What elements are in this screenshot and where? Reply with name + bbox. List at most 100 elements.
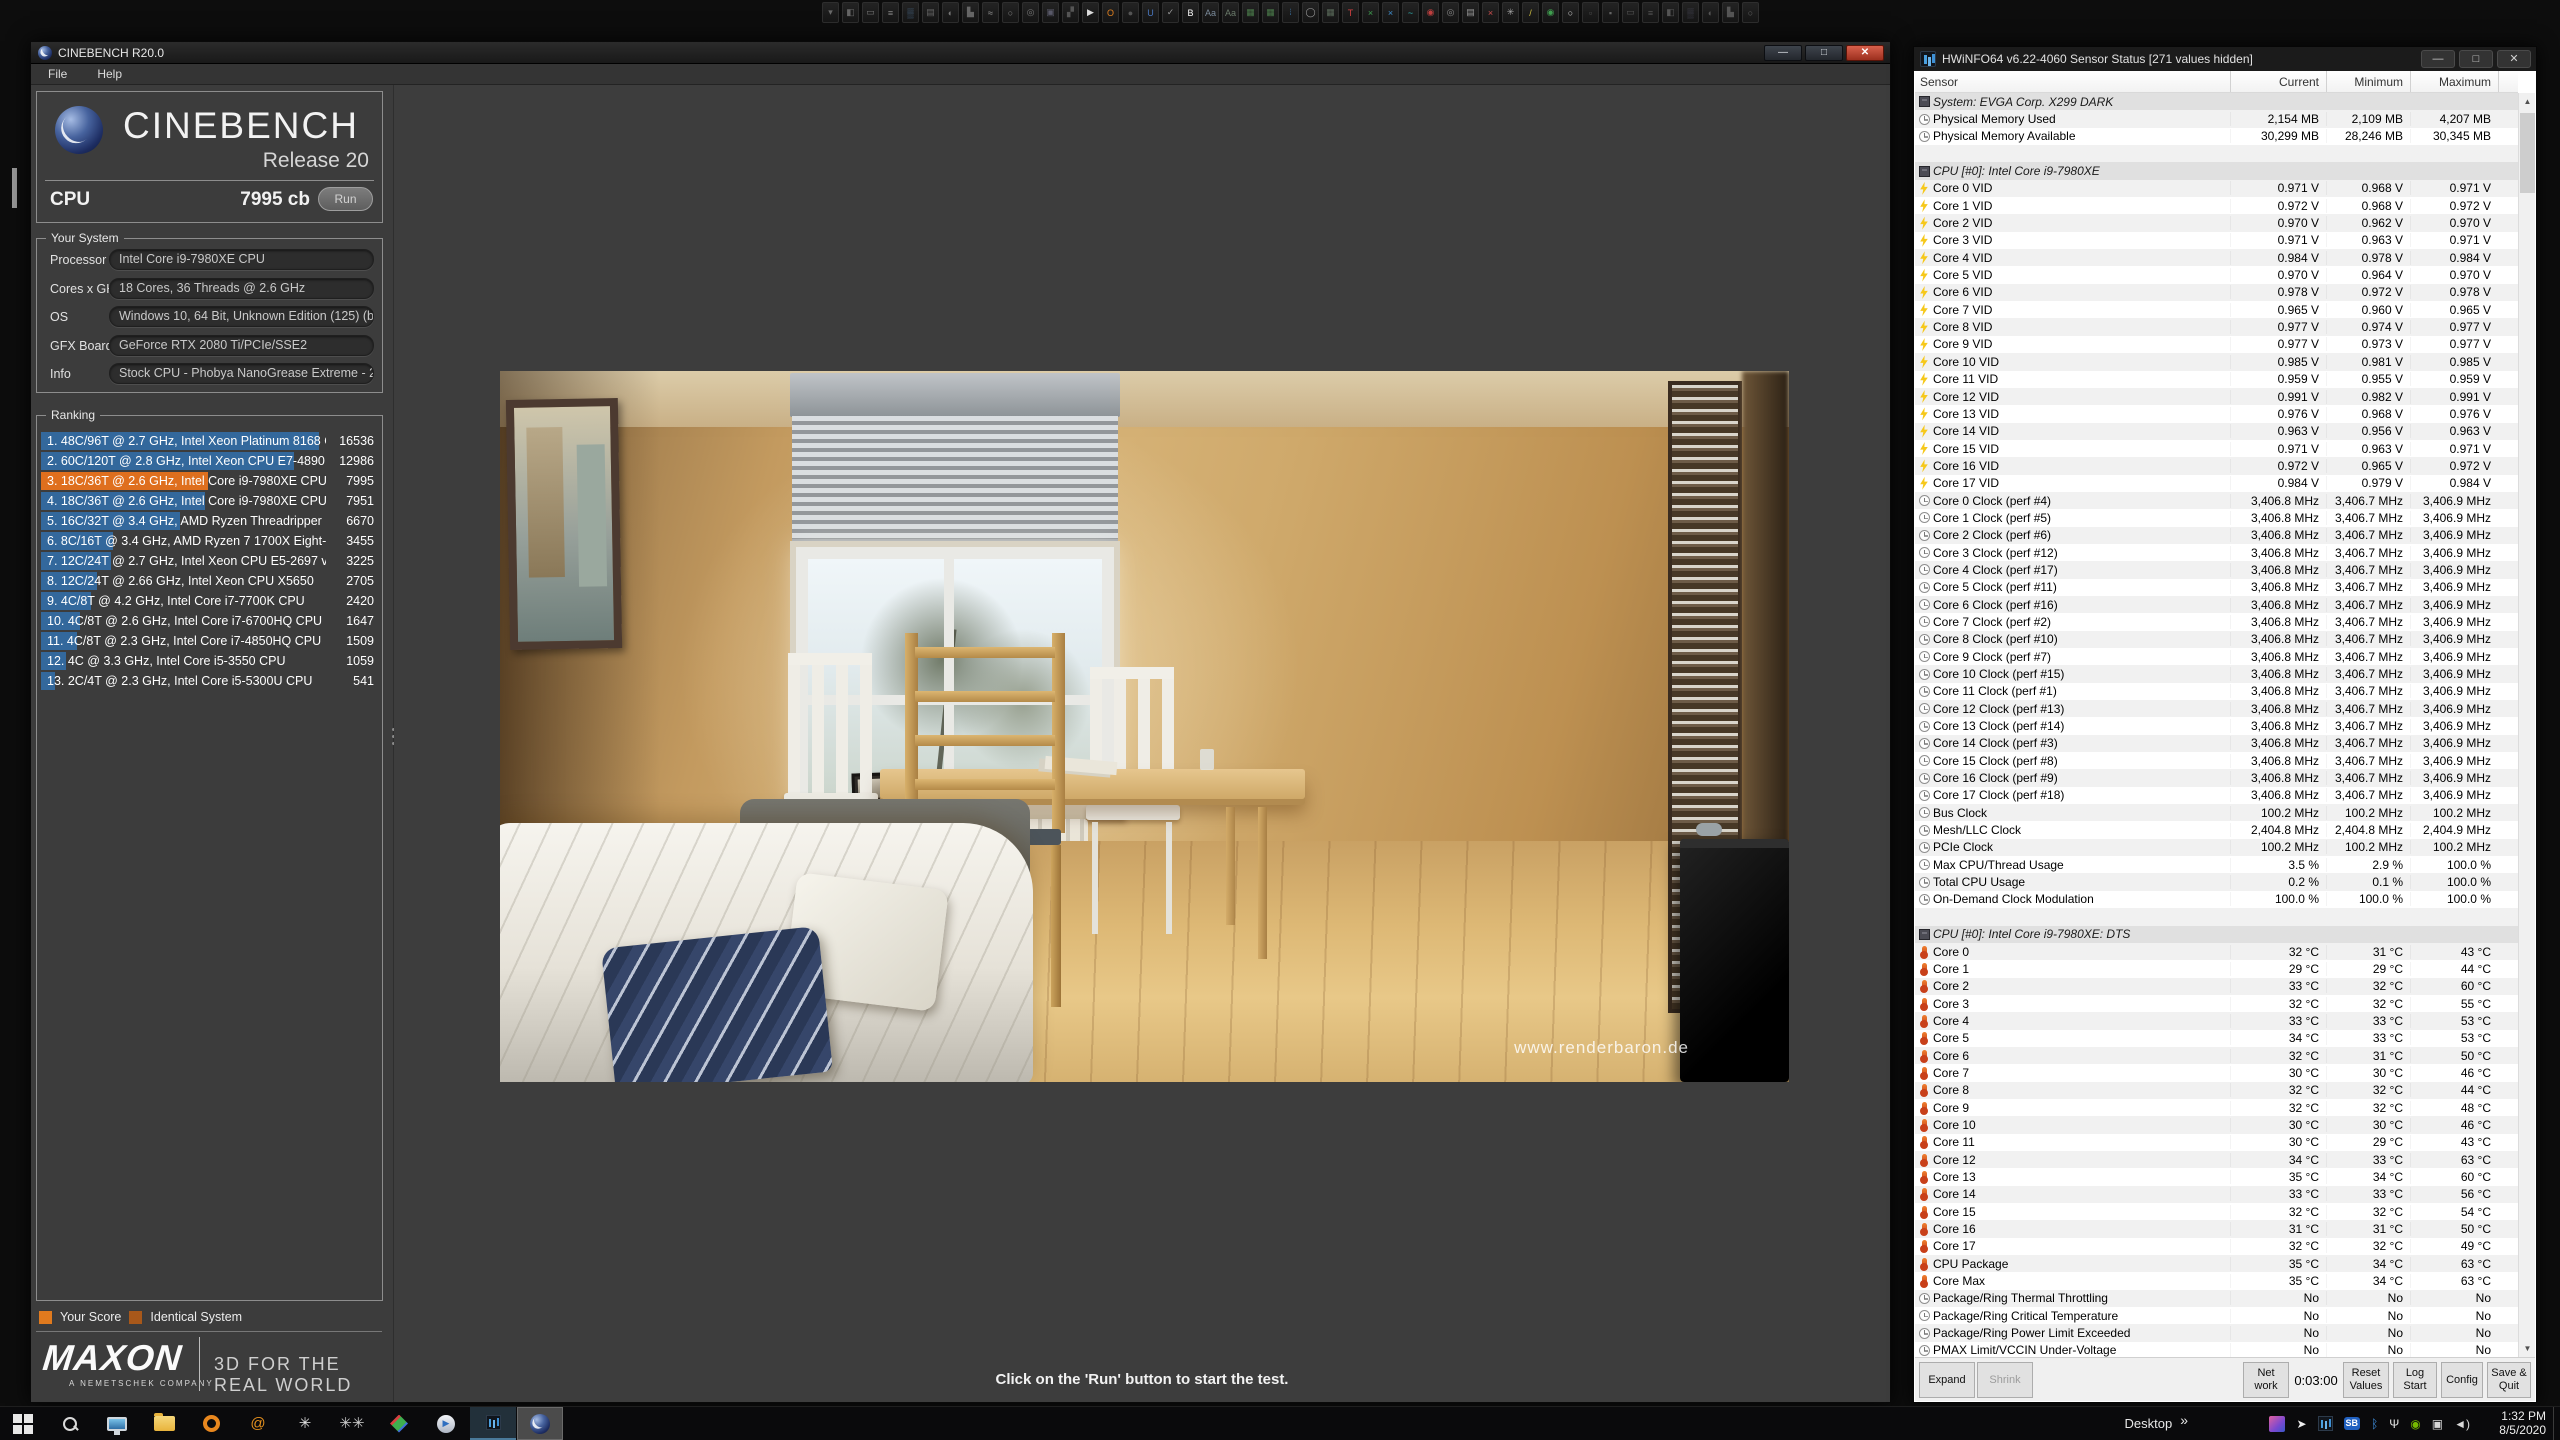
column-current[interactable]: Current [2230,71,2326,92]
taskbar-clock[interactable]: 1:32 PM 8/5/2020 [2474,1409,2546,1437]
log-start-button[interactable]: Log Start [2393,1362,2437,1398]
minimize-button[interactable]: — [1764,45,1802,61]
quicklaunch-icon[interactable]: ○ [1562,2,1579,23]
quicklaunch-icon[interactable]: ◎ [1442,2,1459,23]
quicklaunch-icon[interactable]: Aa [1202,2,1219,23]
vertical-scrollbar[interactable]: ▲ ▼ [2518,93,2535,1357]
quicklaunch-icon[interactable]: ◧ [842,2,859,23]
quicklaunch-icon[interactable]: × [1382,2,1399,23]
menu-file[interactable]: File [48,67,67,81]
quicklaunch-icon[interactable]: ○ [1742,2,1759,23]
app-thumbnail-icon[interactable] [2269,1416,2285,1432]
close-button[interactable]: ✕ [2497,50,2531,68]
nvidia-icon[interactable]: ◉ [2410,1418,2420,1430]
hwinfo-tray-icon[interactable] [2318,1416,2333,1431]
desktop-toolbar-label[interactable]: Desktop [2125,1416,2173,1431]
quicklaunch-icon[interactable]: ▭ [862,2,879,23]
quicklaunch-icon[interactable]: ≡ [1642,2,1659,23]
sensor-table-header[interactable]: Sensor Current Minimum Maximum [1915,71,2518,93]
volume-icon[interactable]: ◄) [2454,1418,2470,1430]
quicklaunch-icon[interactable]: ◐ [942,2,959,23]
quicklaunch-icon[interactable]: ▤ [922,2,939,23]
sensor-maximum: 0.976 V [2410,407,2498,421]
network-button[interactable]: Net work [2243,1362,2289,1398]
quicklaunch-icon[interactable]: ◐ [1702,2,1719,23]
hwinfo-titlebar[interactable]: HWiNFO64 v6.22-4060 Sensor Status [271 v… [1914,47,2536,71]
taskbar-item-search[interactable] [47,1407,93,1440]
quicklaunch-icon[interactable]: U [1142,2,1159,23]
quicklaunch-icon[interactable]: ▒ [902,2,919,23]
quicklaunch-icon[interactable]: × [1482,2,1499,23]
taskbar-item-afterburner[interactable] [376,1407,422,1440]
quicklaunch-icon[interactable]: ▪ [1602,2,1619,23]
quicklaunch-icon[interactable]: ◧ [1662,2,1679,23]
expand-button[interactable]: Expand [1919,1362,1975,1398]
quicklaunch-icon[interactable]: ◉ [1422,2,1439,23]
quicklaunch-icon[interactable]: ✳ [1502,2,1519,23]
taskbar-item-cinebench[interactable] [517,1407,563,1440]
quicklaunch-icon[interactable]: T [1342,2,1359,23]
quicklaunch-icon[interactable]: × [1362,2,1379,23]
toolbar-chevron-icon[interactable]: » [2180,1412,2188,1428]
quicklaunch-icon[interactable]: ● [1122,2,1139,23]
menu-help[interactable]: Help [97,67,122,81]
quicklaunch-icon[interactable]: ○ [1002,2,1019,23]
quicklaunch-icon[interactable]: ▙ [1722,2,1739,23]
quicklaunch-icon[interactable]: ▫ [1582,2,1599,23]
close-button[interactable]: ✕ [1846,45,1884,61]
quicklaunch-icon[interactable]: / [1522,2,1539,23]
quicklaunch-icon[interactable]: ≡ [882,2,899,23]
scrollbar-thumb[interactable] [2520,113,2535,193]
maximize-button[interactable]: □ [1805,45,1843,61]
quicklaunch-icon[interactable]: ▒ [1682,2,1699,23]
scroll-down-icon[interactable]: ▼ [2519,1340,2536,1357]
quicklaunch-icon[interactable]: ◯ [1302,2,1319,23]
quicklaunch-icon[interactable]: ▣ [1042,2,1059,23]
quicklaunch-icon[interactable]: Aa [1222,2,1239,23]
maximize-button[interactable]: □ [2459,50,2493,68]
taskbar-item-mail[interactable]: @ [235,1407,281,1440]
quicklaunch-icon[interactable]: ▾ [822,2,839,23]
quicklaunch-icon[interactable]: ▦ [1262,2,1279,23]
quicklaunch-icon[interactable]: ~ [1402,2,1419,23]
column-sensor[interactable]: Sensor [1915,75,2230,89]
save-quit-button[interactable]: Save & Quit [2487,1362,2531,1398]
taskbar-item-services[interactable]: ✳✳ [329,1407,375,1440]
taskbar-item-start[interactable] [0,1407,46,1440]
config-button[interactable]: Config [2441,1362,2483,1398]
quicklaunch-icon[interactable]: ▙ [962,2,979,23]
usb-icon[interactable]: Ψ [2389,1418,2399,1430]
quicklaunch-icon[interactable]: ◎ [1022,2,1039,23]
speedbump-icon[interactable]: SB [2344,1417,2361,1430]
taskbar-item-this-pc[interactable] [94,1407,140,1440]
column-minimum[interactable]: Minimum [2326,71,2410,92]
quicklaunch-icon[interactable]: B [1182,2,1199,23]
quicklaunch-icon[interactable]: ▶ [1082,2,1099,23]
reset-values-button[interactable]: Reset Values [2343,1362,2389,1398]
column-maximum[interactable]: Maximum [2410,71,2498,92]
scroll-up-icon[interactable]: ▲ [2519,93,2536,110]
taskbar-item-media-player[interactable]: ▶ [423,1407,469,1440]
cinebench-titlebar[interactable]: CINEBENCH R20.0 — □ ✕ [31,42,1890,64]
taskbar-item-file-explorer[interactable] [141,1407,187,1440]
quicklaunch-icon[interactable]: ≈ [982,2,999,23]
quicklaunch-icon[interactable]: ▭ [1622,2,1639,23]
taskbar-item-settings[interactable]: ✳ [282,1407,328,1440]
quicklaunch-icon[interactable]: ▤ [1462,2,1479,23]
cursor-app-icon[interactable]: ➤ [2296,1418,2306,1430]
quicklaunch-icon[interactable]: ◉ [1542,2,1559,23]
quicklaunch-icon[interactable]: ✓ [1162,2,1179,23]
quicklaunch-icon[interactable]: O [1102,2,1119,23]
desktop-toolbar[interactable]: Desktop » [2125,1407,2189,1440]
bluetooth-icon[interactable]: ᛒ [2371,1418,2378,1430]
taskbar-item-hwinfo[interactable] [470,1407,516,1440]
quicklaunch-icon[interactable]: ▦ [1242,2,1259,23]
network-display-icon[interactable]: ▣ [2432,1418,2443,1430]
quicklaunch-icon[interactable]: ⦙ [1282,2,1299,23]
quicklaunch-icon[interactable]: ▞ [1062,2,1079,23]
minimize-button[interactable]: — [2421,50,2455,68]
quicklaunch-icon[interactable]: ▦ [1322,2,1339,23]
show-desktop-button[interactable] [2553,1407,2560,1440]
taskbar-item-browser[interactable] [188,1407,234,1440]
run-button[interactable]: Run [318,187,373,211]
